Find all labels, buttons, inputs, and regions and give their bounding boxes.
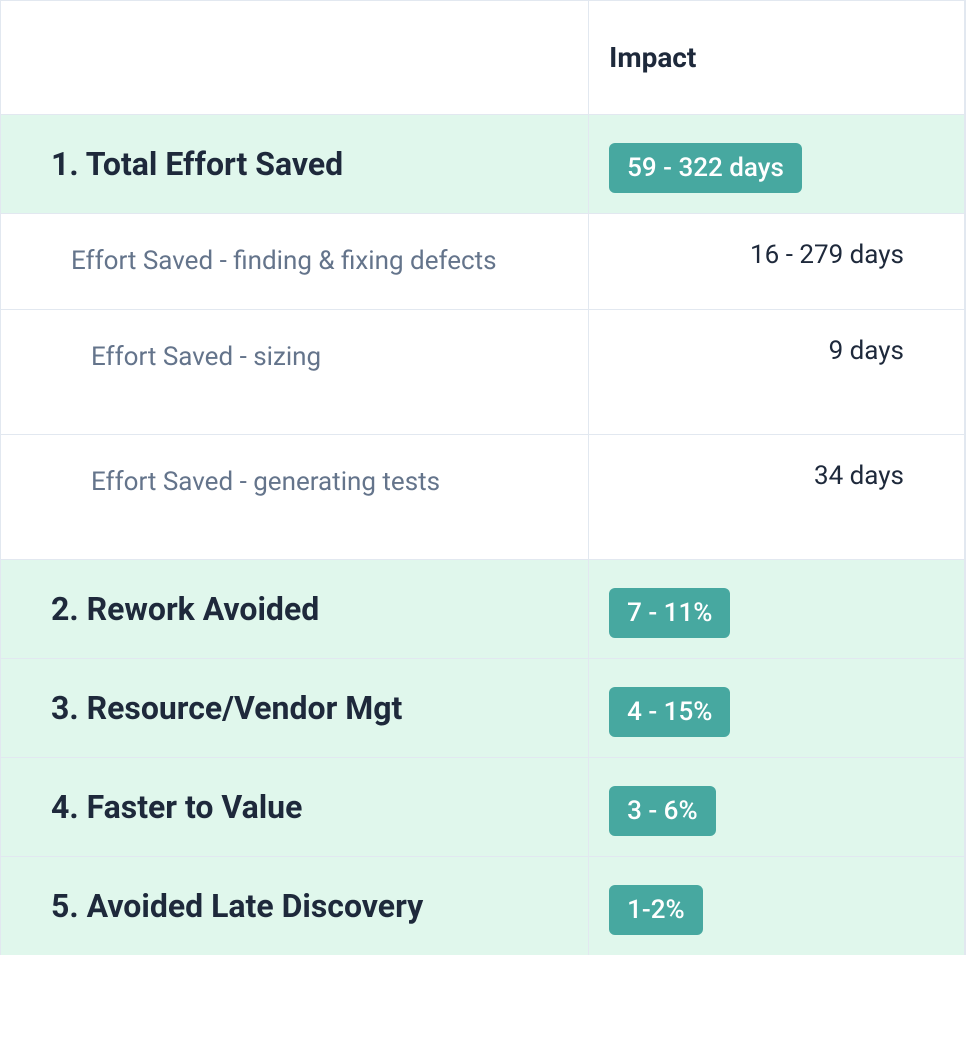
- table-row: Effort Saved - generating tests 34 days: [1, 435, 966, 560]
- table-row: Effort Saved - finding & fixing defects …: [1, 214, 966, 310]
- row-edge: [964, 659, 965, 758]
- header-row: Impact: [1, 1, 966, 115]
- impact-badge: 4 - 15%: [609, 687, 730, 737]
- row-edge: [964, 560, 965, 659]
- row-impact-cell: 16 - 279 days: [589, 214, 965, 310]
- table-row: 2. Rework Avoided 7 - 11%: [1, 560, 966, 659]
- row-label: 3. Resource/Vendor Mgt: [1, 659, 589, 758]
- row-label: Effort Saved - finding & fixing defects: [1, 214, 589, 310]
- row-label: Effort Saved - generating tests: [1, 435, 589, 560]
- row-label: 2. Rework Avoided: [1, 560, 589, 659]
- row-impact-cell: 9 days: [589, 310, 965, 435]
- row-impact-cell: 59 - 322 days: [589, 115, 965, 214]
- table-row: Effort Saved - sizing 9 days: [1, 310, 966, 435]
- table-row: 4. Faster to Value 3 - 6%: [1, 758, 966, 857]
- table-row: 5. Avoided Late Discovery 1-2%: [1, 857, 966, 956]
- header-empty: [1, 1, 589, 115]
- impact-text: 34 days: [609, 455, 944, 497]
- impact-text: 16 - 279 days: [609, 234, 944, 276]
- row-impact-cell: 3 - 6%: [589, 758, 965, 857]
- row-edge: [964, 214, 965, 310]
- header-edge: [964, 1, 965, 115]
- row-impact-cell: 4 - 15%: [589, 659, 965, 758]
- row-edge: [964, 435, 965, 560]
- row-impact-cell: 1-2%: [589, 857, 965, 956]
- row-label: 4. Faster to Value: [1, 758, 589, 857]
- row-edge: [964, 758, 965, 857]
- impact-badge: 3 - 6%: [609, 786, 715, 836]
- row-label: 1. Total Effort Saved: [1, 115, 589, 214]
- row-impact-cell: 34 days: [589, 435, 965, 560]
- row-label: 5. Avoided Late Discovery: [1, 857, 589, 956]
- row-edge: [964, 857, 965, 956]
- impact-text: 9 days: [609, 330, 944, 372]
- impact-badge: 59 - 322 days: [609, 143, 802, 193]
- impact-table: Impact 1. Total Effort Saved 59 - 322 da…: [0, 0, 966, 955]
- table-row: 1. Total Effort Saved 59 - 322 days: [1, 115, 966, 214]
- row-label: Effort Saved - sizing: [1, 310, 589, 435]
- impact-badge: 1-2%: [609, 885, 703, 935]
- row-edge: [964, 310, 965, 435]
- row-impact-cell: 7 - 11%: [589, 560, 965, 659]
- table-row: 3. Resource/Vendor Mgt 4 - 15%: [1, 659, 966, 758]
- header-impact: Impact: [589, 1, 965, 115]
- impact-badge: 7 - 11%: [609, 588, 730, 638]
- row-edge: [964, 115, 965, 214]
